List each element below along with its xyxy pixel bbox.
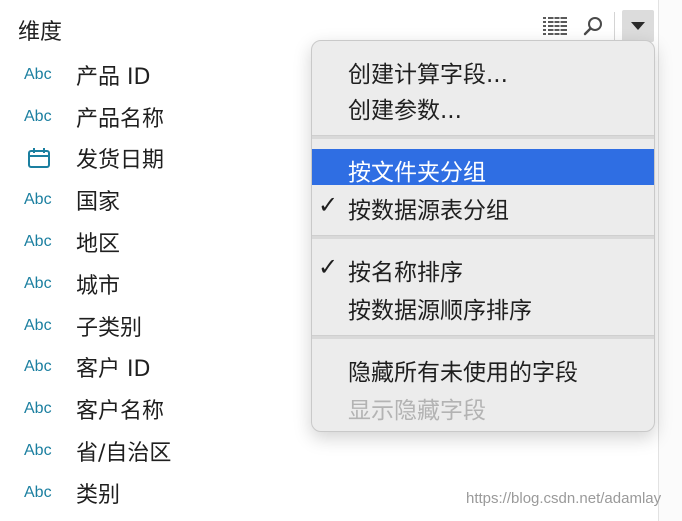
- string-type-label: Abc: [24, 274, 52, 292]
- menu-item-group-by-source-table[interactable]: ✓ 按数据源表分组: [312, 187, 654, 224]
- watermark: https://blog.csdn.net/adamlay: [466, 490, 662, 507]
- string-type-label: Abc: [24, 107, 52, 125]
- pane-menu-button[interactable]: [622, 10, 654, 42]
- field-list: Abc 产品 ID Abc 产品名称 发货日期 Abc 国家 Abc 地区 Ab…: [0, 54, 320, 514]
- menu-separator: [312, 135, 654, 139]
- scrollbar[interactable]: [658, 0, 682, 521]
- checkmark-icon: ✓: [318, 191, 339, 219]
- menu-item-create-calculated-field[interactable]: 创建计算字段...: [312, 51, 654, 88]
- field-name: 城市: [76, 273, 121, 299]
- string-type-label: Abc: [24, 233, 52, 251]
- field-row[interactable]: Abc 城市: [0, 263, 320, 305]
- menu-item-label: 按数据源表分组: [348, 198, 509, 224]
- string-type-label: Abc: [24, 483, 52, 501]
- field-name: 地区: [76, 232, 121, 258]
- field-row[interactable]: 发货日期: [0, 138, 320, 180]
- field-row[interactable]: Abc 子类别: [0, 305, 320, 347]
- menu-item-label: 创建参数...: [348, 98, 462, 124]
- menu-item-label: 显示隐藏字段: [348, 398, 486, 424]
- field-name: 国家: [76, 190, 121, 216]
- string-type-label: Abc: [24, 358, 52, 376]
- menu-separator: [312, 235, 654, 239]
- field-row[interactable]: Abc 国家: [0, 179, 320, 221]
- string-type-label: Abc: [24, 400, 52, 418]
- menu-item-label: 按名称排序: [348, 260, 463, 286]
- menu-item-label: 按数据源顺序排序: [348, 298, 532, 324]
- field-row[interactable]: Abc 客户 ID: [0, 347, 320, 389]
- chevron-down-icon: [631, 22, 645, 30]
- context-menu: 创建计算字段... 创建参数... 按文件夹分组 ✓ 按数据源表分组 ✓ 按名称…: [311, 40, 655, 432]
- field-name: 客户 ID: [76, 357, 151, 383]
- pane-toolbar: [540, 10, 660, 44]
- field-name: 子类别: [76, 315, 143, 341]
- string-type-label: Abc: [24, 191, 52, 209]
- menu-item-create-parameter[interactable]: 创建参数...: [312, 87, 654, 124]
- string-type-label: Abc: [24, 316, 52, 334]
- menu-item-sort-by-name[interactable]: ✓ 按名称排序: [312, 249, 654, 286]
- field-name: 类别: [76, 482, 121, 508]
- menu-item-show-hidden-fields: 显示隐藏字段: [312, 387, 654, 424]
- list-view-icon[interactable]: [540, 10, 570, 42]
- menu-item-label: 创建计算字段...: [348, 62, 508, 88]
- menu-item-hide-unused-fields[interactable]: 隐藏所有未使用的字段: [312, 349, 654, 386]
- field-row[interactable]: Abc 类别: [0, 472, 320, 514]
- data-pane: 维度 Abc 产品 ID Abc 产品名称 发货日期 Abc 国家 Abc 地区…: [0, 0, 682, 521]
- dimensions-header: 维度: [18, 20, 63, 45]
- search-icon[interactable]: [578, 10, 608, 42]
- menu-separator: [312, 335, 654, 339]
- checkmark-icon: ✓: [318, 253, 339, 281]
- field-row[interactable]: Abc 客户名称: [0, 388, 320, 430]
- calendar-icon: [28, 147, 50, 172]
- menu-item-sort-by-source-order[interactable]: 按数据源顺序排序: [312, 287, 654, 324]
- menu-item-label: 隐藏所有未使用的字段: [348, 360, 578, 386]
- menu-item-group-by-folder[interactable]: 按文件夹分组: [312, 149, 654, 186]
- menu-item-label: 按文件夹分组: [348, 160, 486, 186]
- toolbar-separator: [614, 12, 615, 42]
- field-name: 产品名称: [76, 106, 165, 132]
- field-name: 省/自治区: [76, 441, 172, 467]
- field-name: 客户名称: [76, 399, 165, 425]
- field-row[interactable]: Abc 地区: [0, 221, 320, 263]
- string-type-label: Abc: [24, 65, 52, 83]
- field-name: 产品 ID: [76, 64, 151, 90]
- field-row[interactable]: Abc 产品名称: [0, 96, 320, 138]
- string-type-label: Abc: [24, 442, 52, 460]
- field-name: 发货日期: [76, 148, 165, 174]
- field-row[interactable]: Abc 省/自治区: [0, 430, 320, 472]
- field-row[interactable]: Abc 产品 ID: [0, 54, 320, 96]
